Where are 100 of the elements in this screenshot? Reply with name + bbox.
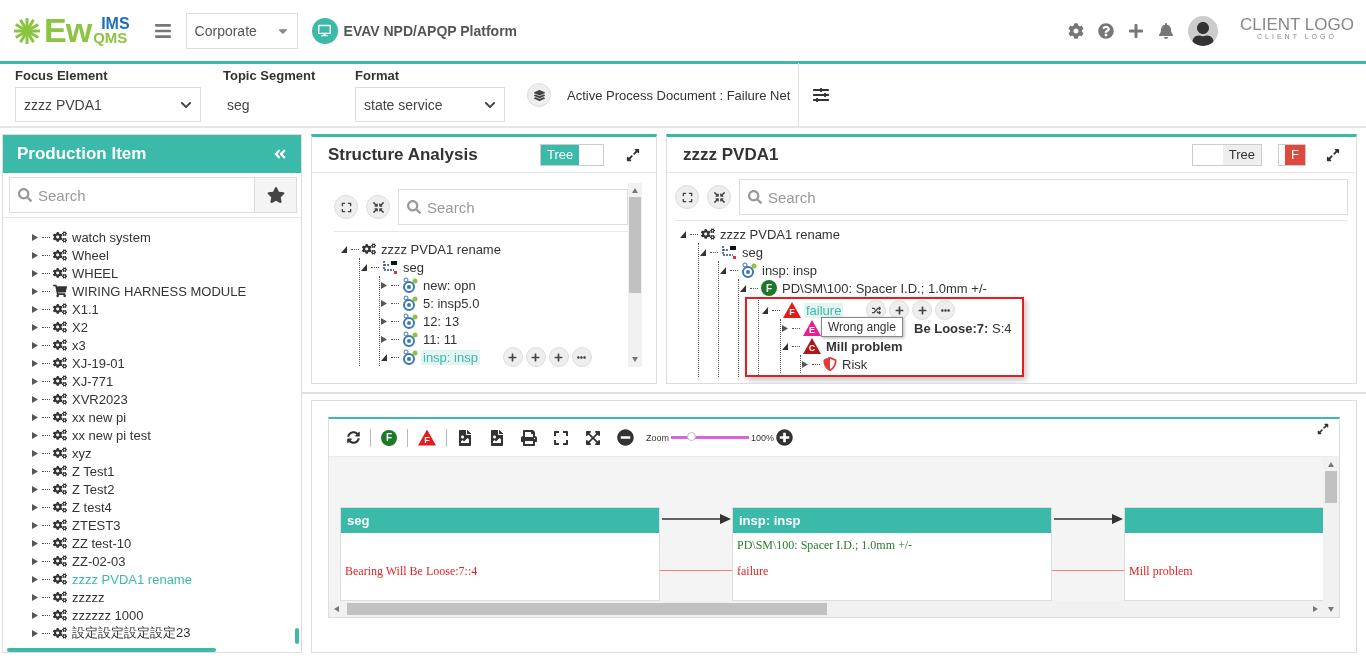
- expand-icon[interactable]: [1326, 147, 1340, 162]
- add-button[interactable]: [889, 300, 910, 320]
- tree-node-label[interactable]: seg: [740, 244, 765, 260]
- tree-item[interactable]: XVR2023: [70, 391, 130, 407]
- scroll-arrow-icon[interactable]: [631, 355, 639, 363]
- function-badge[interactable]: F: [381, 429, 397, 446]
- expander-icon[interactable]: [31, 538, 39, 548]
- expander-icon[interactable]: [31, 376, 39, 386]
- expander-icon[interactable]: [31, 520, 39, 530]
- zoom-out-icon[interactable]: [617, 429, 634, 446]
- tree-item[interactable]: ZZ-02-03: [70, 553, 128, 569]
- tree-item[interactable]: Wheel: [70, 247, 111, 263]
- add-button[interactable]: [912, 300, 933, 320]
- tree-item[interactable]: xx new pi: [70, 409, 129, 425]
- avatar[interactable]: [1188, 15, 1218, 46]
- tree-node-label[interactable]: Mill problem: [824, 338, 905, 354]
- tree-node-label[interactable]: zzzz PVDA1 rename: [718, 226, 842, 242]
- expander-icon[interactable]: [380, 352, 388, 362]
- expand-icon[interactable]: [626, 147, 640, 162]
- expander-icon[interactable]: [31, 628, 39, 638]
- tree-item[interactable]: xx new pi test: [70, 427, 153, 443]
- tree-item[interactable]: 設定設定設定設定23: [70, 624, 193, 642]
- tree-node-label[interactable]: 12: 13: [421, 313, 462, 329]
- tree-node-label[interactable]: PD\SM\100: Spacer I.D.; 1.0mm +/-: [780, 280, 989, 296]
- expander-icon[interactable]: [31, 592, 39, 602]
- f-toggle[interactable]: F: [1278, 143, 1306, 166]
- expander-icon[interactable]: [380, 298, 388, 308]
- expander-icon[interactable]: [699, 247, 707, 257]
- print-icon[interactable]: [521, 429, 537, 446]
- tree-item[interactable]: XJ-771: [70, 373, 116, 389]
- tree-item[interactable]: Z Test1: [70, 463, 117, 479]
- tree-item[interactable]: Z test4: [70, 499, 114, 515]
- tree-item[interactable]: X2: [70, 319, 90, 335]
- expander-icon[interactable]: [31, 322, 39, 332]
- scroll-arrow-icon[interactable]: [333, 605, 341, 613]
- expander-icon[interactable]: [380, 334, 388, 344]
- expander-icon[interactable]: [31, 484, 39, 494]
- tree-node-label[interactable]: new: opn: [421, 277, 478, 293]
- favorites-button[interactable]: [254, 178, 296, 212]
- expander-icon[interactable]: [31, 394, 39, 404]
- file-icon[interactable]: [489, 429, 505, 446]
- tree-item[interactable]: ZTEST3: [70, 517, 123, 533]
- failure-badge[interactable]: F: [418, 429, 436, 446]
- expander-icon[interactable]: [31, 340, 39, 350]
- tree-item[interactable]: xyz: [70, 445, 94, 461]
- shuffle-button[interactable]: [866, 300, 887, 320]
- tree-item[interactable]: x3: [70, 337, 88, 353]
- expander-icon[interactable]: [380, 280, 388, 290]
- expander-icon[interactable]: [31, 412, 39, 422]
- expand-icon[interactable]: [1317, 423, 1329, 435]
- scroll-arrow-icon[interactable]: [631, 187, 639, 195]
- fullscreen-icon[interactable]: [553, 429, 569, 446]
- expander-icon[interactable]: [31, 232, 39, 242]
- expander-icon[interactable]: [31, 466, 39, 476]
- scrollbar[interactable]: [628, 183, 642, 367]
- expander-icon[interactable]: [31, 286, 39, 296]
- expander-icon[interactable]: [31, 448, 39, 458]
- menu-icon[interactable]: [153, 21, 172, 40]
- expander-icon[interactable]: [31, 358, 39, 368]
- expander-icon[interactable]: [31, 304, 39, 314]
- view-toggle[interactable]: Tree: [1192, 143, 1262, 166]
- tree-node-label[interactable]: seg: [401, 259, 426, 275]
- tree-item[interactable]: XJ-19-01: [70, 355, 127, 371]
- refresh-icon[interactable]: [347, 431, 360, 444]
- collapse-all-button[interactable]: [707, 185, 731, 209]
- expander-icon[interactable]: [31, 268, 39, 278]
- add-button[interactable]: [502, 347, 523, 367]
- add-button[interactable]: [548, 347, 569, 367]
- tree-item[interactable]: watch system: [70, 229, 153, 245]
- zoom-in-icon[interactable]: [776, 429, 794, 446]
- expand-all-button[interactable]: [334, 195, 358, 219]
- expander-icon[interactable]: [761, 305, 769, 315]
- expander-icon[interactable]: [801, 359, 809, 369]
- filter-select[interactable]: zzzz PVDA1: [15, 87, 201, 122]
- filter-field[interactable]: seg: [223, 87, 333, 122]
- slider-thumb[interactable]: [686, 432, 696, 441]
- expand-all-button[interactable]: [675, 185, 699, 209]
- tree-node-label[interactable]: insp: insp: [760, 262, 819, 278]
- tree-item[interactable]: WIRING HARNESS MODULE: [70, 283, 249, 299]
- expander-icon[interactable]: [31, 502, 39, 512]
- layers-button[interactable]: [527, 83, 551, 107]
- more-button[interactable]: [935, 300, 956, 320]
- company-select[interactable]: Corporate: [185, 12, 298, 49]
- settings-icon[interactable]: [1068, 22, 1084, 39]
- expander-icon[interactable]: [781, 323, 789, 333]
- help-icon[interactable]: [1098, 22, 1114, 39]
- tree-item[interactable]: Z Test2: [70, 481, 117, 497]
- scrollbar[interactable]: [295, 628, 299, 644]
- collapse-all-button[interactable]: [366, 195, 390, 219]
- plus-icon[interactable]: [1128, 22, 1144, 39]
- expander-icon[interactable]: [340, 244, 348, 254]
- expander-icon[interactable]: [31, 430, 39, 440]
- scrollbar[interactable]: [7, 648, 216, 652]
- more-button[interactable]: [571, 347, 592, 367]
- expander-icon[interactable]: [31, 556, 39, 566]
- expander-icon[interactable]: [679, 229, 687, 239]
- tree-node-label[interactable]: zzzz PVDA1 rename: [379, 241, 503, 257]
- tree-node-label[interactable]: 11: 11: [421, 331, 460, 347]
- expander-icon[interactable]: [360, 262, 368, 272]
- expander-icon[interactable]: [719, 265, 727, 275]
